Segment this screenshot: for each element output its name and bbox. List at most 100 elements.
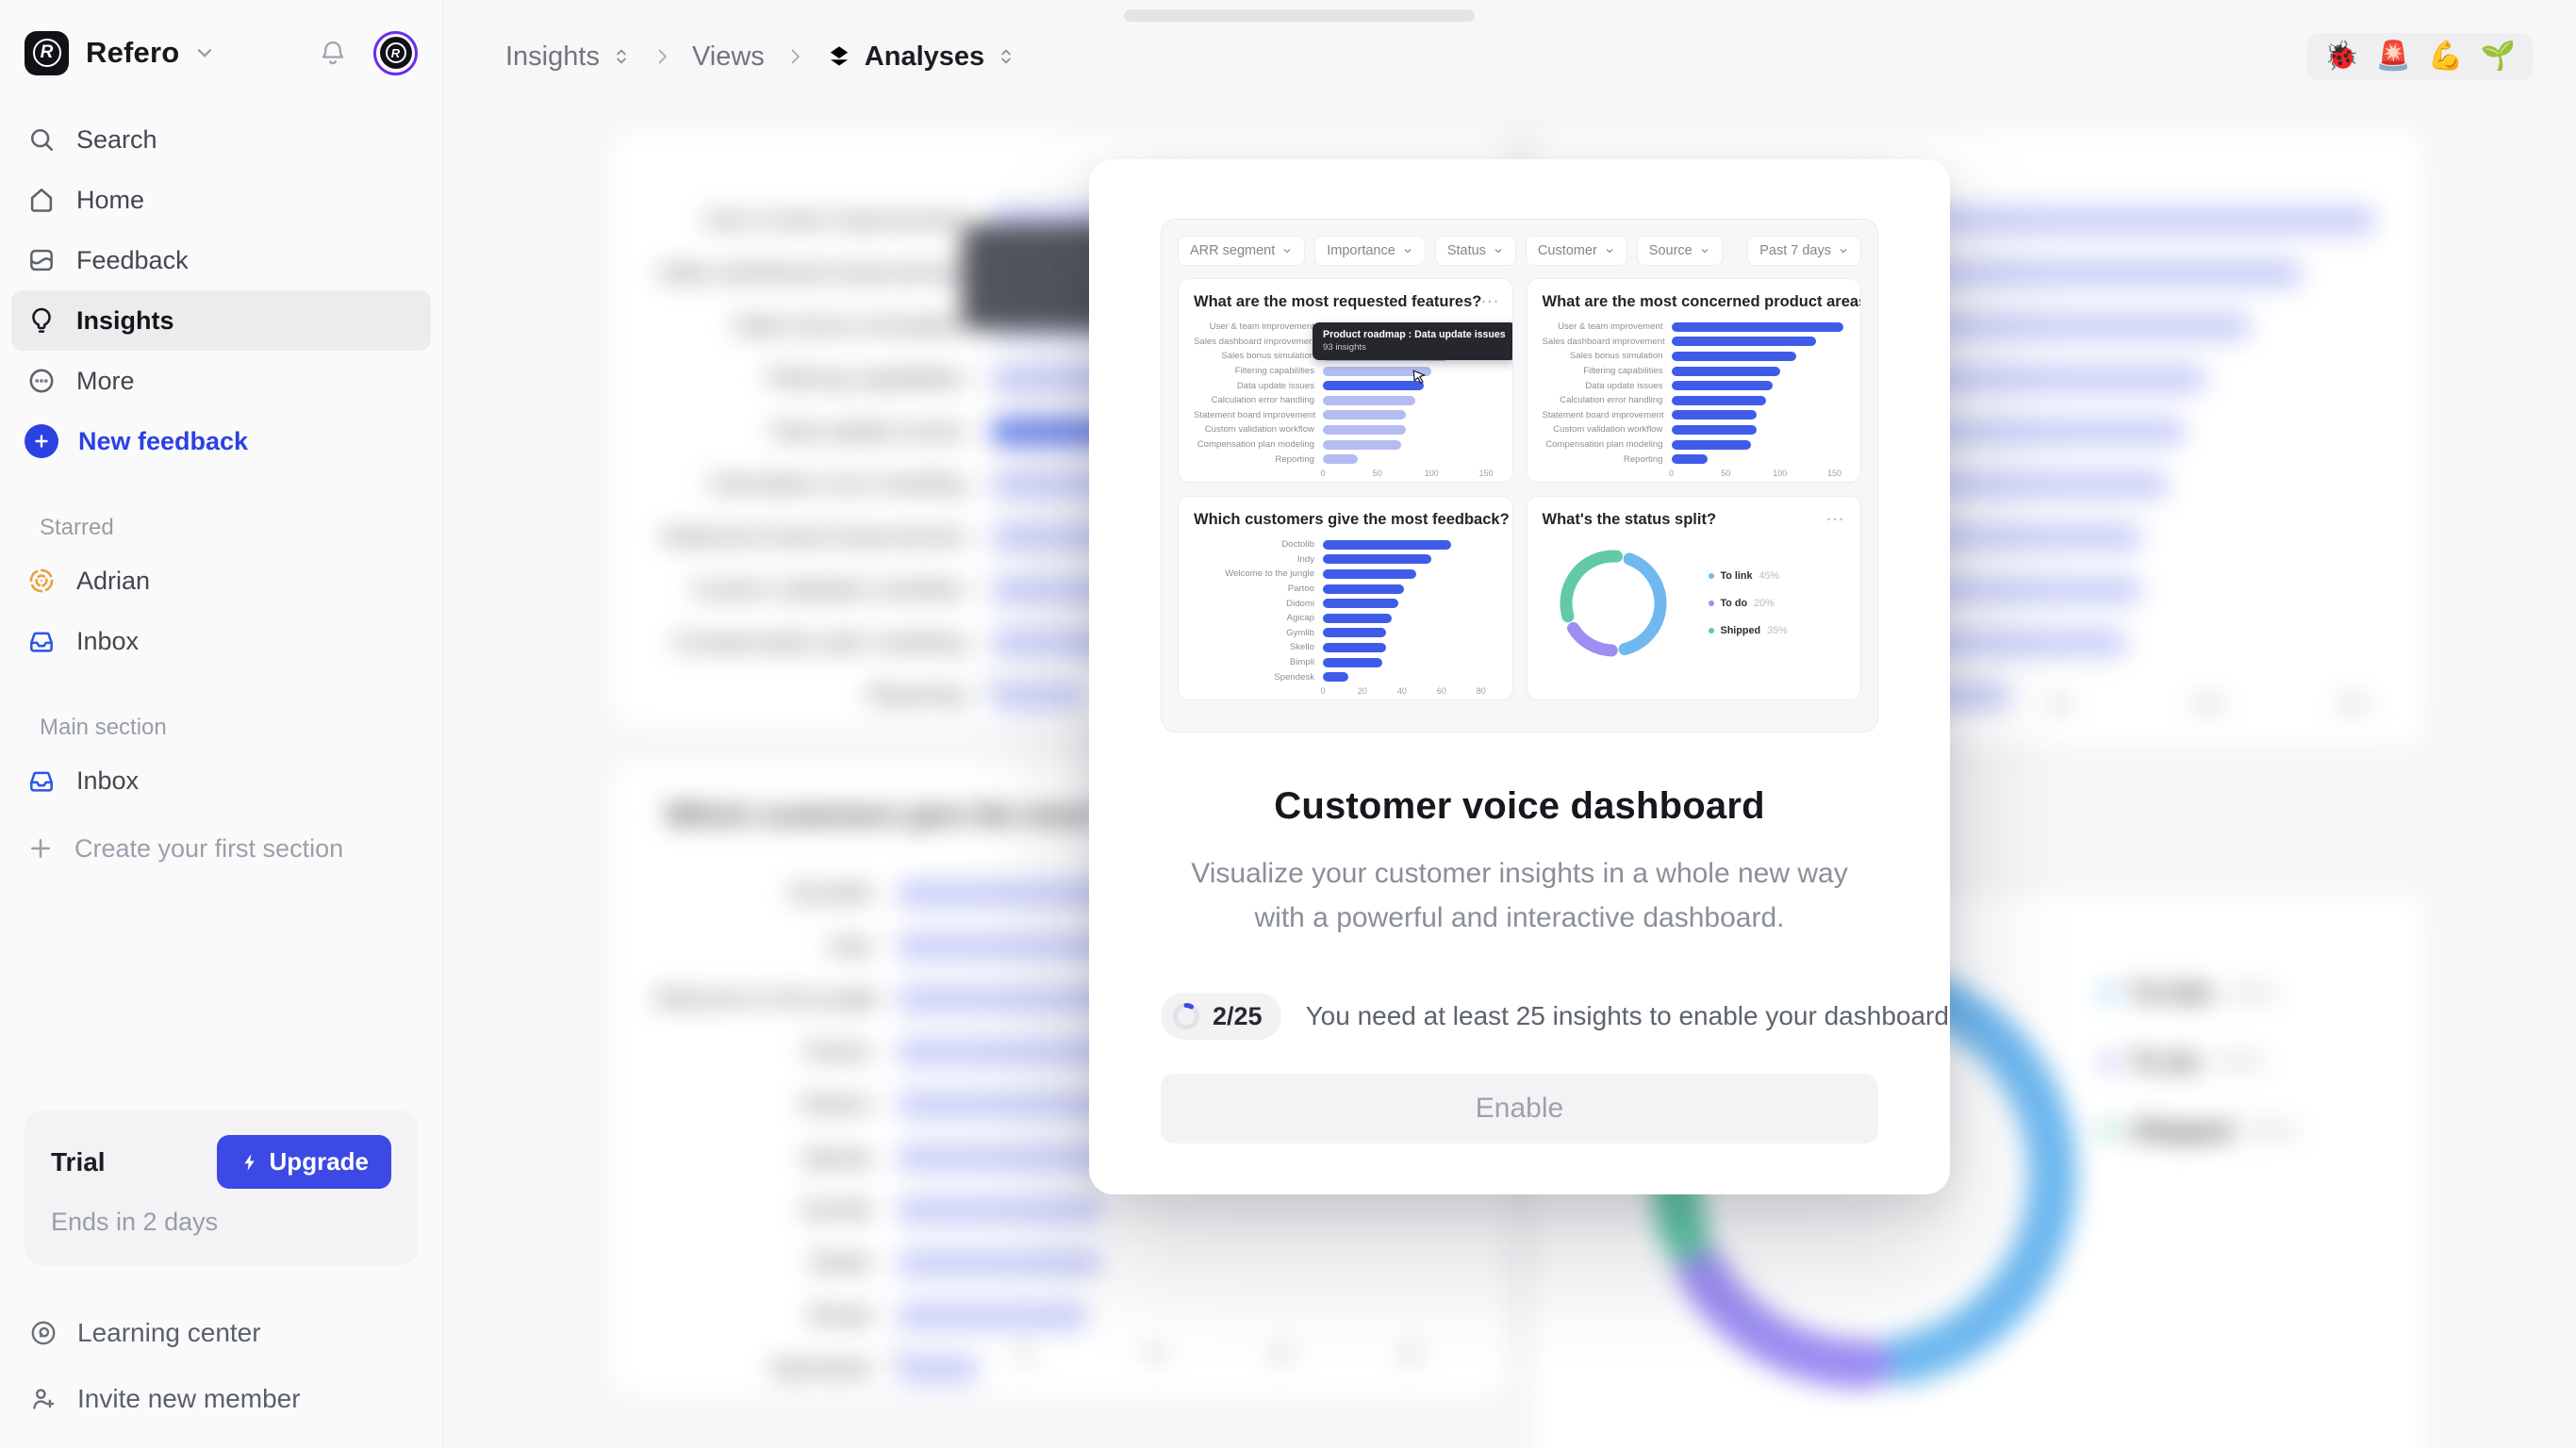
filter-chip-source[interactable]: Source	[1637, 236, 1723, 266]
sidebar-item-insights[interactable]: Insights	[11, 290, 431, 351]
create-first-section-button[interactable]: Create your first section	[11, 818, 431, 879]
insights-progress-row: 2/25 You need at least 25 insights to en…	[1161, 993, 1878, 1040]
mini-bar-label: Filtering capabilities	[1194, 366, 1314, 376]
mini-bar-label: Compensation plan modeling	[1543, 439, 1663, 450]
date-filter-chip[interactable]: Past 7 days	[1747, 236, 1861, 266]
sidebar-item-more[interactable]: More	[11, 351, 431, 411]
reaction-emoji[interactable]: 🚨	[2376, 42, 2411, 71]
mini-bar-row: Filtering capabilities	[1543, 364, 1846, 379]
mini-bar-row: Reporting	[1543, 452, 1846, 467]
plus-icon	[26, 834, 55, 863]
breadcrumb-label: Insights	[505, 41, 600, 73]
sidebar-item-adrian[interactable]: Adrian	[11, 551, 431, 611]
legend-item: To link45%	[1709, 570, 1788, 582]
sidebar-item-home[interactable]: Home	[11, 170, 431, 230]
section-title: Main section	[11, 715, 431, 741]
mini-x-axis: 050100150	[1672, 469, 1846, 483]
mini-chart-title: What are the most requested features?	[1194, 293, 1481, 311]
reaction-emoji[interactable]: 💪	[2428, 42, 2463, 71]
mini-bar-row: Gymlib	[1194, 626, 1497, 641]
filter-chip-customer[interactable]: Customer	[1526, 236, 1627, 266]
breadcrumb-item-analyses[interactable]: Analyses	[825, 41, 1016, 73]
mini-bar-label: Doctolib	[1194, 539, 1314, 550]
mini-chart-title: What are the most concerned product area…	[1543, 293, 1862, 311]
sidebar-sections: StarredAdrianInboxMain sectionInboxCreat…	[0, 471, 442, 879]
layers-icon	[825, 42, 853, 71]
mini-bar-label: Custom validation workflow	[1543, 424, 1663, 435]
legend-item: Shipped35%	[1709, 625, 1788, 636]
mini-bar-row: Filtering capabilities	[1194, 364, 1497, 379]
progress-count: 2/25	[1213, 1002, 1263, 1031]
sidebar-item-label: Feedback	[76, 246, 189, 275]
top-drag-pill	[1124, 9, 1475, 22]
mini-x-axis: 020406080	[1323, 686, 1497, 700]
sidebar-item-label: More	[76, 367, 135, 396]
user-avatar[interactable]: R	[373, 31, 418, 75]
mini-bar-row: Data update issues	[1194, 378, 1497, 393]
sidebar: R Refero R Search Home Feedback Insights Mor…	[0, 0, 443, 1448]
workspace-switcher[interactable]: R Refero R	[0, 25, 442, 81]
filter-chip-label: ARR segment	[1190, 243, 1275, 258]
topbar: Insights Views Analyses 🐞 🚨 💪 🌱	[443, 0, 2576, 113]
mini-bar-row: Custom validation workflow	[1543, 422, 1846, 437]
mini-bar-label: Calculation error handling	[1194, 395, 1314, 405]
trial-card: Trial Upgrade Ends in 2 days	[25, 1111, 418, 1265]
footer-item-learning-center[interactable]: Learning center	[28, 1307, 414, 1359]
sidebar-item-inbox[interactable]: Inbox	[11, 611, 431, 671]
mini-bar-label: Bimpli	[1194, 657, 1314, 667]
new-feedback-button[interactable]: New feedback	[11, 411, 431, 471]
mini-bar-row: Agicap	[1194, 611, 1497, 626]
progress-ring-icon	[1171, 1001, 1201, 1031]
emoji-reactions-tray[interactable]: 🐞 🚨 💪 🌱	[2307, 33, 2533, 80]
mini-bar-row: Compensation plan modeling	[1543, 437, 1846, 452]
enable-button[interactable]: Enable	[1161, 1074, 1878, 1144]
reaction-emoji[interactable]: 🐞	[2324, 42, 2359, 71]
mini-bar-label: Spendesk	[1194, 672, 1314, 683]
mini-bar-row: Welcome to the jungle	[1194, 567, 1497, 582]
workspace-name: Refero	[86, 36, 179, 70]
mini-bar-row: Reporting	[1194, 452, 1497, 467]
sidebar-item-label: Search	[76, 125, 157, 155]
new-feedback-label: New feedback	[78, 427, 248, 456]
chart-menu-button[interactable]: ···	[1827, 512, 1846, 528]
breadcrumb-item-insights[interactable]: Insights	[505, 41, 632, 73]
filter-chip-label: Source	[1649, 243, 1693, 258]
inbox-icon	[26, 765, 57, 796]
compass-icon	[28, 1318, 58, 1348]
upgrade-button[interactable]: Upgrade	[217, 1135, 391, 1189]
mini-bar-label: Sales bonus simulation	[1543, 351, 1663, 361]
mini-bar-label: Statement board improvement	[1543, 410, 1663, 420]
sidebar-item-inbox[interactable]: Inbox	[11, 750, 431, 811]
reaction-emoji[interactable]: 🌱	[2481, 42, 2516, 71]
legend-item: To do20%	[1709, 598, 1788, 609]
sidebar-item-feedback[interactable]: Feedback	[11, 230, 431, 290]
chart-tooltip: Product roadmap : Data update issues93 i…	[1313, 322, 1513, 360]
mini-bar-label: Indy	[1194, 554, 1314, 565]
mini-bar-label: Custom validation workflow	[1194, 424, 1314, 435]
mini-bar-label: Gymlib	[1194, 628, 1314, 638]
filter-chip-status[interactable]: Status	[1435, 236, 1516, 266]
preview-filter-row: ARR segment Importance Status Customer Sourc…	[1178, 236, 1861, 266]
footer-item-invite-new-member[interactable]: Invite new member	[28, 1373, 414, 1425]
sidebar-spacer	[0, 879, 442, 1111]
chart-menu-button[interactable]: ···	[1481, 294, 1500, 310]
mini-bar-row: User & team improvement	[1543, 320, 1846, 335]
notifications-bell-icon[interactable]	[317, 37, 349, 69]
modal-description: Visualize your customer insights in a wh…	[1190, 852, 1850, 940]
filter-chip-importance[interactable]: Importance	[1314, 236, 1426, 266]
filter-chip-arr-segment[interactable]: ARR segment	[1178, 236, 1305, 266]
mini-donut-chart: To link45% To do20% Shipped35%	[1543, 533, 1846, 674]
mini-bar-row: Calculation error handling	[1194, 393, 1497, 408]
mini-chart-title: What's the status split?	[1543, 511, 1717, 529]
home-icon	[26, 185, 57, 215]
filter-chip-label: Importance	[1327, 243, 1395, 258]
mini-bar-row: Bimpli	[1194, 655, 1497, 670]
mini-bar-row: Compensation plan modeling	[1194, 437, 1497, 452]
updown-selector-icon	[611, 46, 632, 67]
sidebar-item-label: Insights	[76, 306, 174, 336]
breadcrumb-item-views[interactable]: Views	[692, 41, 765, 73]
insights-progress-pill: 2/25	[1161, 993, 1281, 1040]
mini-bar-row: Sales bonus simulation	[1543, 349, 1846, 364]
sidebar-item-search[interactable]: Search	[11, 109, 431, 170]
dashboard-preview: ARR segment Importance Status Customer Sourc…	[1161, 219, 1878, 732]
